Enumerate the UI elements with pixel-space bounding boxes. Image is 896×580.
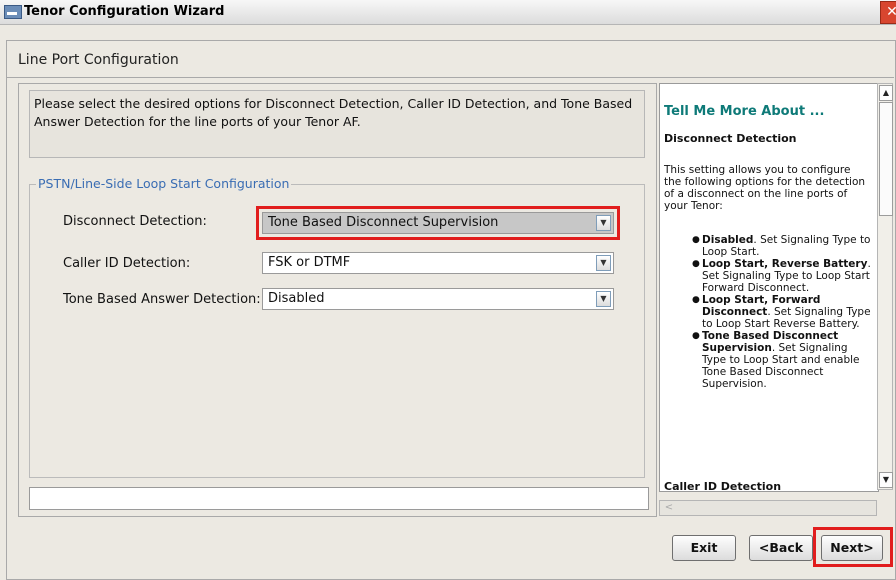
bullet-icon: ● xyxy=(692,259,700,269)
caller-id-detection-label: Caller ID Detection: xyxy=(63,256,191,271)
caller-id-detection-value: FSK or DTMF xyxy=(268,255,351,270)
help-list-item: ● Loop Start, Forward Disconnect. Set Sig… xyxy=(692,294,871,330)
help-list: ● Disabled. Set Signaling Type to Loop St… xyxy=(692,234,872,390)
tone-answer-detection-value: Disabled xyxy=(268,291,325,306)
help-next-section: Caller ID Detection xyxy=(664,480,782,492)
help-subheading: Disconnect Detection xyxy=(664,132,797,145)
scroll-left-icon[interactable]: < xyxy=(662,501,676,515)
bullet-icon: ● xyxy=(692,235,700,245)
help-paragraph: This setting allows you to configure the… xyxy=(664,164,866,212)
help-list-item: ● Tone Based Disconnect Supervision. Set … xyxy=(692,330,860,390)
group-legend: PSTN/Line-Side Loop Start Configuration xyxy=(36,176,292,191)
highlight-box-disconnect xyxy=(256,206,620,240)
chevron-down-icon[interactable]: ▼ xyxy=(596,291,611,307)
help-vertical-scrollbar[interactable]: ▲ ▼ xyxy=(877,83,893,490)
bullet-icon: ● xyxy=(692,295,700,305)
tone-answer-detection-select[interactable]: Disabled ▼ xyxy=(262,288,614,310)
title-divider xyxy=(6,77,894,78)
scroll-down-icon[interactable]: ▼ xyxy=(879,472,893,488)
bullet-icon: ● xyxy=(692,331,700,341)
scroll-thumb[interactable] xyxy=(879,102,893,216)
help-list-item: ● Loop Start, Reverse Battery. Set Signal… xyxy=(692,258,871,294)
help-list-item: ● Disabled. Set Signaling Type to Loop St… xyxy=(692,234,871,258)
status-field xyxy=(29,487,649,510)
exit-button[interactable]: Exit xyxy=(672,535,736,561)
instructions-text: Please select the desired options for Di… xyxy=(34,96,633,129)
window-title: Tenor Configuration Wizard xyxy=(24,4,225,19)
app-window-icon xyxy=(4,5,22,19)
tone-answer-detection-label: Tone Based Answer Detection: xyxy=(63,292,261,307)
highlight-box-next xyxy=(813,527,893,567)
help-panel[interactable]: Tell Me More About ... Disconnect Detect… xyxy=(659,83,879,492)
disconnect-detection-label: Disconnect Detection: xyxy=(63,214,207,229)
help-heading: Tell Me More About ... xyxy=(664,104,825,119)
caller-id-detection-select[interactable]: FSK or DTMF ▼ xyxy=(262,252,614,274)
help-horizontal-scrollbar[interactable]: < xyxy=(659,500,877,516)
back-button[interactable]: <Back xyxy=(749,535,813,561)
scroll-up-icon[interactable]: ▲ xyxy=(879,85,893,101)
page-title: Line Port Configuration xyxy=(18,52,179,68)
close-button[interactable]: ✕ xyxy=(880,1,896,24)
instructions-box: Please select the desired options for Di… xyxy=(29,90,645,158)
title-bar: Tenor Configuration Wizard ✕ xyxy=(0,0,896,25)
chevron-down-icon[interactable]: ▼ xyxy=(596,255,611,271)
